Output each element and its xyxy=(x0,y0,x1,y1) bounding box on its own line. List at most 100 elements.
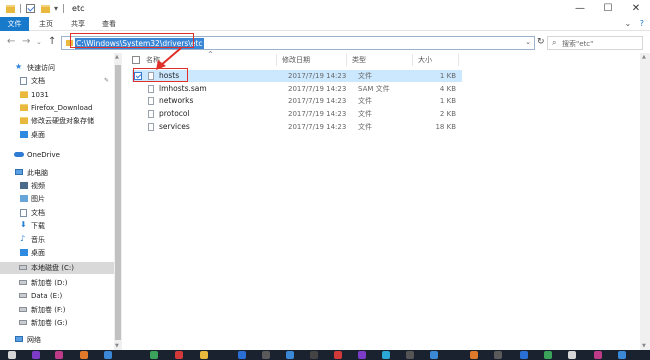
tab-home[interactable]: 主页 xyxy=(32,17,60,31)
select-all-checkbox[interactable] xyxy=(132,56,140,64)
app-icon[interactable] xyxy=(594,351,602,359)
sidebar-item-documents[interactable]: 文档 ✎ xyxy=(0,75,114,87)
sidebar-item-this-pc[interactable]: 此电脑 xyxy=(0,167,114,179)
table-row[interactable]: protocol 2017/7/19 14:23 文件 2 KB xyxy=(132,108,462,120)
app-icon[interactable] xyxy=(470,351,478,359)
app-icon[interactable] xyxy=(406,351,414,359)
help-icon[interactable]: ? xyxy=(640,19,644,28)
sidebar-item-downloads[interactable]: ⬇ 下载 xyxy=(0,220,114,232)
app-icon[interactable] xyxy=(334,351,342,359)
table-row[interactable]: lmhosts.sam 2017/7/19 14:23 SAM 文件 4 KB xyxy=(132,83,462,95)
tab-file[interactable]: 文件 xyxy=(0,17,29,31)
app-icon[interactable] xyxy=(150,351,158,359)
scroll-down-icon[interactable]: ▼ xyxy=(115,343,119,349)
properties-icon[interactable] xyxy=(26,4,35,13)
content-scrollbar[interactable]: ▲ ▼ xyxy=(640,53,650,350)
sidebar-item-quick-access[interactable]: ★ 快速访问 xyxy=(0,62,114,74)
file-explorer-icon[interactable] xyxy=(200,351,208,359)
file-date: 2017/7/19 14:23 xyxy=(288,85,347,93)
app-icon[interactable] xyxy=(382,351,390,359)
expand-ribbon-icon[interactable]: ⌄ xyxy=(625,19,632,28)
minimize-button[interactable]: — xyxy=(566,0,594,17)
folder-icon xyxy=(20,104,28,111)
sidebar-item-videos[interactable]: 视频 xyxy=(0,180,114,192)
folder-icon xyxy=(20,117,28,124)
forward-button[interactable]: → xyxy=(22,36,30,48)
column-divider[interactable] xyxy=(346,54,347,66)
column-divider[interactable] xyxy=(412,54,413,66)
app-icon[interactable] xyxy=(32,351,40,359)
sidebar-item-music[interactable]: ♪ 音乐 xyxy=(0,234,114,246)
tab-share[interactable]: 共享 xyxy=(64,17,92,31)
address-dropdown-icon[interactable]: ⌄ xyxy=(525,38,531,46)
sidebar-item-label: 1031 xyxy=(31,91,49,99)
back-button[interactable]: ← xyxy=(7,36,15,48)
up-button[interactable]: ↑ xyxy=(48,36,56,48)
start-icon[interactable] xyxy=(8,351,16,359)
sidebar-item-desktop[interactable]: 桌面 xyxy=(0,129,114,141)
app-icon[interactable] xyxy=(618,351,626,359)
sidebar-item-desktop-pc[interactable]: 桌面 xyxy=(0,247,114,259)
app-icon[interactable] xyxy=(544,351,552,359)
sidebar-item-1031[interactable]: 1031 xyxy=(0,89,114,101)
maximize-button[interactable]: ☐ xyxy=(594,0,622,17)
table-row[interactable]: services 2017/7/19 14:23 文件 18 KB xyxy=(132,121,462,133)
taskbar xyxy=(0,350,650,360)
app-icon[interactable] xyxy=(358,351,366,359)
scroll-down-icon[interactable]: ▼ xyxy=(642,343,646,349)
file-name: services xyxy=(159,122,190,131)
sidebar-item-drive-f[interactable]: 新加卷 (F:) xyxy=(0,304,114,316)
column-header-size[interactable]: 大小 xyxy=(418,55,432,65)
column-header-date[interactable]: 修改日期 xyxy=(282,55,310,65)
column-header-type[interactable]: 类型 xyxy=(352,55,366,65)
sidebar-item-label: 视频 xyxy=(31,182,45,190)
search-box[interactable]: ⌕ 搜索"etc" xyxy=(547,36,643,50)
app-icon[interactable] xyxy=(175,351,183,359)
app-icon[interactable] xyxy=(568,351,576,359)
app-icon[interactable] xyxy=(262,351,270,359)
star-icon: ★ xyxy=(15,62,23,71)
app-icon[interactable] xyxy=(430,351,438,359)
search-input[interactable]: 搜索"etc" xyxy=(562,39,593,49)
app-icon[interactable] xyxy=(80,351,88,359)
navigation-scrollbar[interactable]: ▲ ▼ xyxy=(114,53,122,350)
file-icon xyxy=(148,85,154,93)
sidebar-item-label: Data (E:) xyxy=(31,292,63,300)
column-header-row: 名称 ^ 修改日期 类型 大小 xyxy=(124,51,640,67)
app-icon[interactable] xyxy=(310,351,318,359)
new-folder-icon[interactable] xyxy=(41,4,50,13)
column-divider[interactable] xyxy=(458,54,459,66)
sidebar-item-drive-g[interactable]: 新加卷 (G:) xyxy=(0,317,114,329)
app-icon[interactable] xyxy=(520,351,528,359)
sidebar-item-documents-pc[interactable]: 文档 xyxy=(0,207,114,219)
sidebar-item-firefox-download[interactable]: Firefox_Download xyxy=(0,102,114,114)
sidebar-item-drive-e[interactable]: Data (E:) xyxy=(0,290,114,302)
close-button[interactable]: ✕ xyxy=(622,0,650,17)
app-icon[interactable] xyxy=(55,351,63,359)
refresh-button[interactable]: ↻ xyxy=(537,37,545,47)
file-size: 1 KB xyxy=(439,72,456,80)
app-icon[interactable] xyxy=(494,351,502,359)
sidebar-item-onedrive[interactable]: OneDrive xyxy=(0,149,114,161)
app-icon[interactable] xyxy=(286,351,294,359)
sidebar-item-pictures[interactable]: 图片 xyxy=(0,193,114,205)
sidebar-item-network[interactable]: 网络 xyxy=(0,334,114,346)
recent-locations-button[interactable]: ⌄ xyxy=(36,36,42,48)
app-icon[interactable] xyxy=(238,351,246,359)
sidebar-item-cloud-storage[interactable]: 修改云硬盘对象存储 xyxy=(0,115,114,127)
sidebar-item-drive-d[interactable]: 新加卷 (D:) xyxy=(0,277,114,289)
scroll-up-icon[interactable]: ▲ xyxy=(115,54,119,60)
column-divider[interactable] xyxy=(276,54,277,66)
scroll-up-icon[interactable]: ▲ xyxy=(642,54,646,60)
scrollbar-thumb[interactable] xyxy=(115,65,121,340)
column-header-name[interactable]: 名称 xyxy=(146,55,160,65)
qat-dropdown-icon[interactable]: ▾ xyxy=(54,4,58,13)
sidebar-item-label: 本地磁盘 (C:) xyxy=(31,264,74,272)
ribbon: 文件 主页 共享 查看 ⌄ ? xyxy=(0,17,650,31)
documents-icon xyxy=(20,209,27,217)
sidebar-item-drive-c[interactable]: 本地磁盘 (C:) xyxy=(0,262,114,274)
app-icon[interactable] xyxy=(104,351,112,359)
table-row[interactable]: networks 2017/7/19 14:23 文件 1 KB xyxy=(132,95,462,107)
file-name: protocol xyxy=(159,109,190,118)
tab-view[interactable]: 查看 xyxy=(95,17,123,31)
